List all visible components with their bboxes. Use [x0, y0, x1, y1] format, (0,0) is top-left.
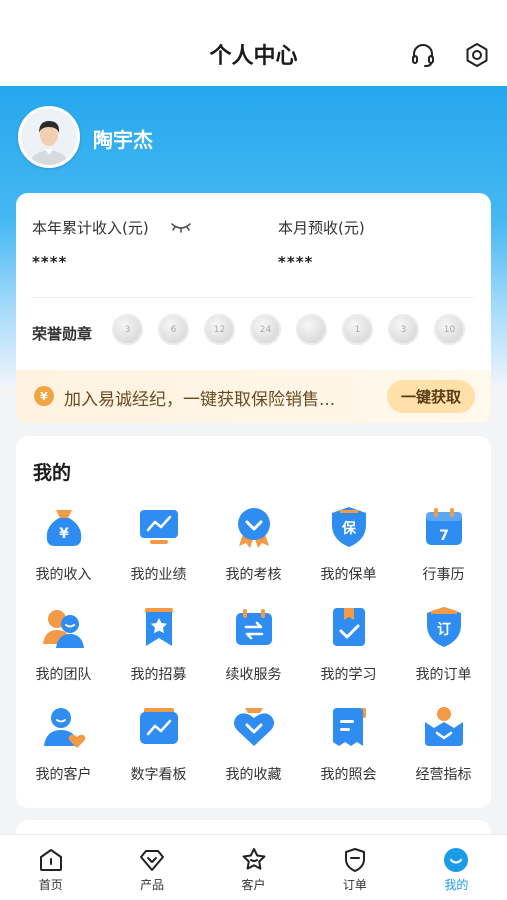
dashboard-icon	[134, 702, 184, 752]
tab-customer[interactable]: 客户	[203, 835, 304, 900]
bookmark-star-icon	[134, 602, 184, 652]
tab-product[interactable]: 产品	[101, 835, 202, 900]
shield-policy-icon: 保	[324, 502, 374, 552]
join-banner[interactable]: ¥ 加入易诚经纪，一键获取保险销售... 一键获取	[16, 370, 491, 423]
coin-icon: ¥	[34, 386, 54, 406]
crown-icon	[419, 702, 469, 752]
grid-item-indicators[interactable]: 经营指标	[396, 702, 491, 802]
medal-icon	[229, 502, 279, 552]
settings-icon[interactable]	[462, 40, 492, 70]
tab-mine[interactable]: 我的	[406, 835, 507, 900]
avatar[interactable]	[18, 106, 80, 168]
top-bar: 个人中心	[0, 0, 507, 86]
grid-item-dashboard[interactable]: 数字看板	[111, 702, 206, 802]
calendar-icon: 7	[419, 502, 469, 552]
money-bag-icon: ¥	[39, 502, 89, 552]
bottom-tab-bar: 首页 产品 客户 订单 我的	[0, 834, 507, 900]
document-icon	[324, 702, 374, 752]
tab-order[interactable]: 订单	[304, 835, 405, 900]
get-now-button[interactable]: 一键获取	[387, 380, 475, 413]
medal-badge-icon: 6	[158, 314, 189, 345]
customer-icon	[39, 702, 89, 752]
headset-icon[interactable]	[408, 40, 438, 70]
team-icon	[39, 602, 89, 652]
month-income-value: ****	[278, 253, 314, 271]
grid-item-order[interactable]: 订 我的订单	[396, 602, 491, 702]
customer-star-icon	[242, 848, 265, 870]
svg-text:7: 7	[439, 528, 449, 544]
medal-badge-icon	[296, 314, 327, 345]
medal-badge-icon: 3	[112, 314, 143, 345]
feature-grid: ¥ 我的收入 我的业绩 我的考核 保 我的保单 7 行事历 我的团队 我的招募 …	[16, 502, 491, 802]
medal-badge-icon: 10	[434, 314, 465, 345]
home-icon	[39, 849, 62, 871]
medal-badge-icon: 3	[388, 314, 419, 345]
income-card: 本年累计收入(元) **** 本月预收(元) **** 荣誉勋章 3 6 12 …	[16, 193, 491, 423]
smile-icon	[444, 848, 469, 872]
join-banner-text: 加入易诚经纪，一键获取保险销售...	[64, 390, 336, 410]
product-icon	[140, 850, 165, 871]
renewal-icon	[229, 602, 279, 652]
honor-label: 荣誉勋章	[32, 325, 93, 343]
medal-badge-icon: 24	[250, 314, 281, 345]
grid-item-notice[interactable]: 我的照会	[301, 702, 396, 802]
divider	[32, 297, 475, 298]
study-icon	[324, 602, 374, 652]
order-icon: 订	[419, 602, 469, 652]
grid-item-income[interactable]: ¥ 我的收入	[16, 502, 111, 602]
medal-badge-icon: 12	[204, 314, 235, 345]
svg-text:¥: ¥	[59, 526, 69, 542]
mine-section: 我的 ¥ 我的收入 我的业绩 我的考核 保 我的保单 7 行事历 我的团队 我的…	[16, 436, 491, 808]
grid-item-renewal[interactable]: 续收服务	[206, 602, 301, 702]
tab-home[interactable]: 首页	[0, 835, 101, 900]
grid-item-favorites[interactable]: 我的收藏	[206, 702, 301, 802]
user-name: 陶宇杰	[93, 128, 153, 152]
month-income-label: 本月预收(元)	[278, 219, 365, 237]
year-income-value: ****	[32, 253, 68, 271]
grid-item-calendar[interactable]: 7 行事历	[396, 502, 491, 602]
monitor-chart-icon	[134, 502, 184, 552]
grid-item-customer[interactable]: 我的客户	[16, 702, 111, 802]
section-title: 我的	[33, 462, 72, 484]
eye-closed-icon[interactable]	[170, 219, 192, 238]
year-income-label: 本年累计收入(元)	[32, 219, 149, 237]
medal-badge-icon: 1	[342, 314, 373, 345]
grid-item-team[interactable]: 我的团队	[16, 602, 111, 702]
grid-item-study[interactable]: 我的学习	[301, 602, 396, 702]
grid-item-performance[interactable]: 我的业绩	[111, 502, 206, 602]
grid-item-recruit[interactable]: 我的招募	[111, 602, 206, 702]
svg-text:订: 订	[437, 621, 451, 638]
heart-icon	[229, 702, 279, 752]
honor-badges[interactable]: 3 6 12 24 1 3 10	[112, 314, 465, 345]
order-shield-icon	[344, 848, 365, 872]
grid-item-policy[interactable]: 保 我的保单	[301, 502, 396, 602]
svg-text:保: 保	[341, 520, 357, 537]
grid-item-assessment[interactable]: 我的考核	[206, 502, 301, 602]
